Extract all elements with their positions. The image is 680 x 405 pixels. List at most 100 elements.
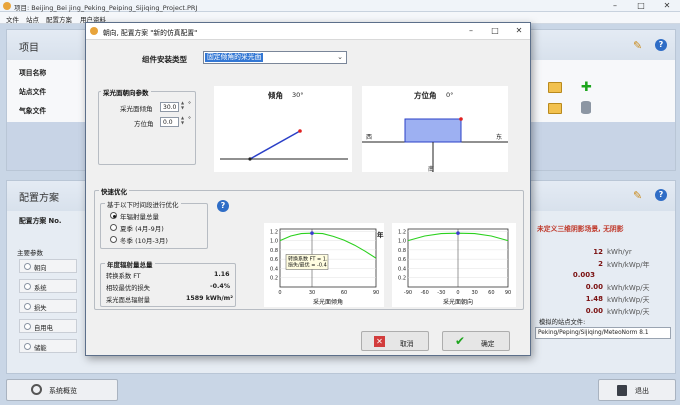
- azimuth-deg: °: [188, 116, 191, 123]
- tooltip-line: 损失/最优 = -0.4: [288, 261, 327, 268]
- tilt-deg: °: [188, 101, 191, 108]
- help-icon[interactable]: ?: [655, 39, 667, 51]
- side-item-system[interactable]: 系统: [19, 279, 77, 293]
- config-title: 配置方案: [19, 193, 59, 204]
- menu-file[interactable]: 文件: [6, 14, 19, 24]
- exit-door-icon: [617, 385, 627, 396]
- site-file-label: 站点文件: [19, 88, 47, 96]
- optimum-point: [310, 231, 314, 235]
- cancel-x-icon: ✕: [374, 336, 385, 347]
- irradiation-label: 采光面总辐射量: [106, 297, 151, 304]
- yearly-irradiation-label: 年度辐射量总量: [105, 259, 155, 269]
- tilt-drawing: [220, 129, 348, 161]
- x-tick-label: 0: [278, 290, 281, 296]
- tilt-label: 采光面倾角: [120, 105, 153, 113]
- chevron-down-icon: ⌄: [337, 53, 343, 61]
- spin-arrows-icon[interactable]: ▲ ▼: [181, 115, 184, 125]
- radio-yearly[interactable]: [110, 212, 117, 219]
- side-item-self-consumption[interactable]: 自用电: [19, 319, 77, 333]
- minimize-icon[interactable]: –: [458, 25, 484, 37]
- azimuth-drawing: [362, 117, 508, 172]
- y-tick-label: 1.0: [270, 239, 278, 245]
- edit-pencil-icon[interactable]: ✎: [633, 189, 642, 202]
- app-icon: [90, 27, 98, 35]
- azimuth-diagram: 方位角 0° 西 东 南: [362, 86, 508, 173]
- dialog-title: 朝向, 配置方案 "新的仿真配置": [103, 29, 198, 37]
- spin-arrows-icon[interactable]: ▲ ▼: [181, 100, 184, 110]
- y-tick-label: 1.2: [398, 229, 406, 235]
- exit-button[interactable]: 退出: [598, 379, 676, 401]
- folder-icon[interactable]: [548, 103, 562, 114]
- menu-site[interactable]: 站点: [26, 14, 39, 24]
- x-axis-label: 采光面朝向: [443, 298, 473, 306]
- ok-button[interactable]: ✔ 确定: [442, 331, 510, 351]
- close-icon[interactable]: ✕: [654, 0, 680, 12]
- y-tick-label: 0.8: [398, 248, 406, 254]
- project-name-label: 项目名称: [19, 69, 47, 77]
- status-dot: [24, 283, 31, 290]
- year-label: 年: [377, 230, 384, 239]
- loss-label: 相较最优的损失: [106, 285, 151, 292]
- x-tick-label: 90: [373, 290, 379, 296]
- check-icon: ✔: [455, 334, 466, 348]
- meteo-sim-label: 模拟的站点文件:: [539, 319, 586, 326]
- main-params-label: 主要参数: [17, 249, 43, 257]
- config-name-label: 配置方案 No.: [19, 217, 62, 225]
- type-selected-value: 固定倾角的采光面: [205, 53, 264, 62]
- radio-yearly-label: 年辐射量总量: [120, 213, 159, 221]
- x-tick-label: -30: [437, 290, 445, 296]
- side-item-losses[interactable]: 损失: [19, 299, 77, 313]
- database-icon[interactable]: [581, 101, 591, 114]
- tilt-input[interactable]: 30.0: [160, 102, 179, 112]
- edit-pencil-icon[interactable]: ✎: [633, 39, 642, 52]
- quick-optimization-label: 快速优化: [99, 186, 129, 196]
- y-tick-label: 0.6: [270, 257, 278, 263]
- system-overview-button[interactable]: 系统概览: [6, 379, 118, 401]
- y-tick-label: 1.2: [270, 229, 278, 235]
- window-title: 项目: Beijing_Bei jing_Peking_Peiping_Siji…: [14, 4, 198, 12]
- y-tick-label: 1.0: [398, 239, 406, 245]
- radio-summer[interactable]: [110, 224, 117, 231]
- add-icon[interactable]: ✚: [581, 80, 592, 95]
- x-tick-label: -60: [421, 290, 429, 296]
- radio-summer-label: 夏季 (4月-9月): [120, 225, 164, 233]
- ft-label: 转换系数 FT: [106, 273, 141, 280]
- side-item-storage[interactable]: 储能: [19, 339, 77, 353]
- y-tick-label: 0.8: [270, 248, 278, 254]
- type-select[interactable]: 固定倾角的采光面 ⌄: [203, 51, 347, 64]
- y-tick-label: 0.4: [270, 266, 278, 272]
- maximize-icon[interactable]: □: [482, 25, 508, 37]
- tilt-diagram: 倾角 30°: [214, 86, 352, 172]
- azimuth-label: 方位角: [134, 120, 154, 128]
- meteo-file-label: 气象文件: [19, 107, 47, 115]
- app-icon: [3, 2, 11, 10]
- loss-value: -0.4%: [210, 283, 231, 290]
- close-icon[interactable]: ✕: [506, 25, 532, 37]
- tooltip-line: 转换系数 FT = 1.: [288, 255, 328, 262]
- menu-config[interactable]: 配置方案: [46, 14, 72, 24]
- project-title: 项目: [19, 43, 39, 54]
- status-dot: [24, 303, 31, 310]
- cancel-button[interactable]: ✕ 取消: [361, 331, 429, 351]
- window-titlebar: 项目: Beijing_Bei jing_Peking_Peiping_Siji…: [0, 0, 680, 12]
- help-icon[interactable]: ?: [217, 200, 229, 212]
- status-dot: [24, 323, 31, 330]
- x-tick-label: 60: [488, 290, 494, 296]
- optimum-point: [456, 231, 460, 235]
- maximize-icon[interactable]: □: [628, 0, 654, 12]
- help-icon[interactable]: ?: [655, 189, 667, 201]
- x-tick-label: 60: [341, 290, 347, 296]
- shading-note: 未定义三维阴影场景, 无阴影: [537, 225, 624, 233]
- tilt-chart-svg: 0.2 0.4 0.6 0.8 1.0 1.2 0 30 60 90 采光面倾角 年转换系数 FT =…: [270, 228, 384, 306]
- x-tick-label: 30: [471, 290, 477, 296]
- minimize-icon[interactable]: –: [602, 0, 628, 12]
- dialog-titlebar: 朝向, 配置方案 "新的仿真配置" – □ ✕: [86, 23, 530, 40]
- side-item-orientation[interactable]: 朝向: [19, 259, 77, 273]
- x-axis-label: 采光面倾角: [313, 298, 343, 306]
- x-tick-label: 90: [505, 290, 511, 296]
- azimuth-optimization-chart: 0.2 0.4 0.6 0.8 1.0 1.2 -90 -60 -30 0 30 60 90 采光面朝向: [392, 223, 516, 307]
- azimuth-chart-svg: 0.2 0.4 0.6 0.8 1.0 1.2 -90 -60 -30 0 30 60 90 采光面朝向: [398, 228, 511, 306]
- radio-winter[interactable]: [110, 236, 117, 243]
- folder-icon[interactable]: [548, 82, 562, 93]
- azimuth-input[interactable]: 0.0: [160, 117, 179, 127]
